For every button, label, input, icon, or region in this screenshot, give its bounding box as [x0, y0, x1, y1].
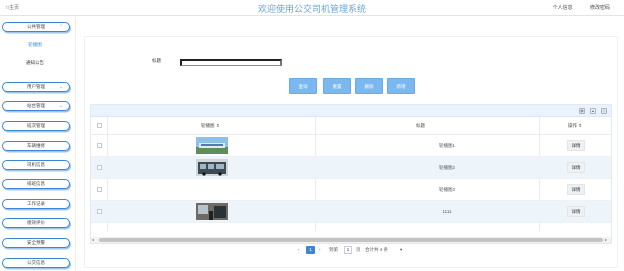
row-checkbox[interactable]: [97, 143, 102, 148]
row-title: 轮播图3: [438, 187, 455, 192]
profile-link[interactable]: 个人信息: [553, 5, 573, 11]
row-title: 轮播图1: [438, 143, 455, 148]
sidebar-item-drivers[interactable]: 司机信息: [2, 160, 70, 170]
detail-button[interactable]: 详情: [567, 206, 585, 217]
sidebar-item-label: 用户管理: [27, 84, 45, 89]
sidebar-item-shifts[interactable]: 班次管理: [2, 121, 70, 131]
columns-icon[interactable]: ▦: [579, 108, 585, 114]
sidebar-item-notice[interactable]: 通知公告: [0, 60, 70, 66]
chevron-down-icon: ⌄: [59, 103, 63, 108]
table-toolbar: ▦ ▲ ⎙: [91, 105, 611, 117]
change-password-link[interactable]: 修改密码: [590, 5, 610, 11]
delete-button[interactable]: 删除: [355, 78, 383, 94]
row-checkbox[interactable]: [97, 187, 102, 192]
select-all-checkbox[interactable]: [97, 123, 102, 128]
query-button[interactable]: 查询: [289, 78, 317, 94]
detail-button[interactable]: 详情: [567, 140, 585, 151]
column-header-image[interactable]: 轮播图 ⇕: [201, 123, 220, 129]
page-title: 欢迎使用公交司机管理系统: [257, 4, 366, 14]
sidebar-item-label: 绩效评价: [27, 220, 45, 225]
horizontal-scrollbar[interactable]: ◂ ▸: [91, 237, 611, 243]
bus-station-thumbnail[interactable]: [196, 137, 228, 154]
scroll-right-icon[interactable]: ▸: [605, 237, 607, 242]
column-header-title: 标题: [416, 123, 425, 128]
page-unit-label: 页: [356, 247, 361, 252]
sidebar-item-label: 公共管理: [27, 24, 45, 29]
chevron-up-icon: ⌃: [59, 24, 63, 29]
column-header-actions[interactable]: 操作 ⇕: [568, 123, 582, 129]
chevron-down-icon: ⌄: [59, 84, 63, 89]
total-count: 合计共 4 条: [365, 247, 389, 252]
table-row: 轮播图1 详情: [91, 135, 611, 157]
scroll-left-icon[interactable]: ◂: [92, 237, 94, 242]
title-search-input[interactable]: [180, 59, 282, 66]
goto-label: 到第: [329, 247, 338, 252]
sidebar-item-label: 安全预警: [27, 240, 45, 245]
print-icon[interactable]: ⎙: [601, 108, 607, 114]
detail-button[interactable]: 详情: [567, 162, 585, 173]
sidebar-item-stations[interactable]: 站台管理 ⌄: [2, 101, 70, 111]
sidebar-item-bus-info[interactable]: 公交信息: [2, 258, 70, 268]
sidebar-item-label: 司机信息: [27, 162, 45, 167]
search-label: 标题: [152, 58, 161, 63]
sidebar-item-label: 排班信息: [27, 181, 45, 186]
row-checkbox[interactable]: [97, 165, 102, 170]
row-title: 轮播图2: [438, 165, 455, 170]
sidebar: 公共管理 ⌃ 轮播图 通知公告 用户管理 ⌄ 站台管理 ⌄ 班次管理 车辆维修 …: [0, 17, 76, 271]
export-icon[interactable]: ▲: [590, 108, 596, 114]
page-number-input[interactable]: 1: [344, 246, 352, 254]
bus-interior-thumbnail[interactable]: [196, 203, 228, 220]
sidebar-item-schedule[interactable]: 排班信息: [2, 179, 70, 189]
table-header: 轮播图 ⇕ 标题 操作 ⇕: [91, 117, 611, 135]
table-row: 轮播图3 详情: [91, 179, 611, 201]
add-button[interactable]: 新增: [387, 78, 415, 94]
sidebar-item-work-records[interactable]: 工作记录: [2, 199, 70, 209]
table-row: 轮播图2 详情: [91, 157, 611, 179]
prev-page-button[interactable]: ‹: [298, 247, 300, 252]
page-1-button[interactable]: 1: [306, 246, 315, 254]
sidebar-item-users[interactable]: 用户管理 ⌄: [2, 82, 70, 92]
header-actions: 个人信息 修改密码: [537, 4, 610, 11]
top-bar: □主页 欢迎使用公交司机管理系统 个人信息 修改密码: [0, 0, 624, 16]
sidebar-item-safety[interactable]: 安全预警: [2, 238, 70, 248]
sidebar-item-label: 车辆维修: [27, 143, 45, 148]
row-checkbox[interactable]: [97, 209, 102, 214]
next-page-button[interactable]: ›: [319, 247, 321, 252]
row-title: 1111: [442, 209, 452, 214]
sidebar-item-carousel[interactable]: 轮播图: [0, 42, 70, 48]
data-table: ▦ ▲ ⎙ 轮播图 ⇕ 标题 操作 ⇕ 轮播图1 详情 轮播图2 详情 轮播图3…: [90, 104, 612, 244]
sidebar-item-label: 工作记录: [27, 201, 45, 206]
sidebar-item-repair[interactable]: 车辆维修: [2, 141, 70, 151]
sidebar-item-label: 站台管理: [27, 103, 45, 108]
sidebar-item-public[interactable]: 公共管理 ⌃: [2, 22, 70, 32]
sidebar-item-performance[interactable]: 绩效评价: [2, 218, 70, 228]
bus-thumbnail[interactable]: [196, 159, 228, 176]
page-size-dropdown[interactable]: ▾: [400, 247, 402, 253]
detail-button[interactable]: 详情: [567, 184, 585, 195]
sidebar-item-label: 班次管理: [27, 123, 45, 128]
table-row: 1111 详情: [91, 201, 611, 223]
reset-button[interactable]: 重置: [323, 78, 351, 94]
sidebar-item-label: 公交信息: [27, 260, 45, 265]
scrollbar-thumb[interactable]: [99, 238, 603, 242]
